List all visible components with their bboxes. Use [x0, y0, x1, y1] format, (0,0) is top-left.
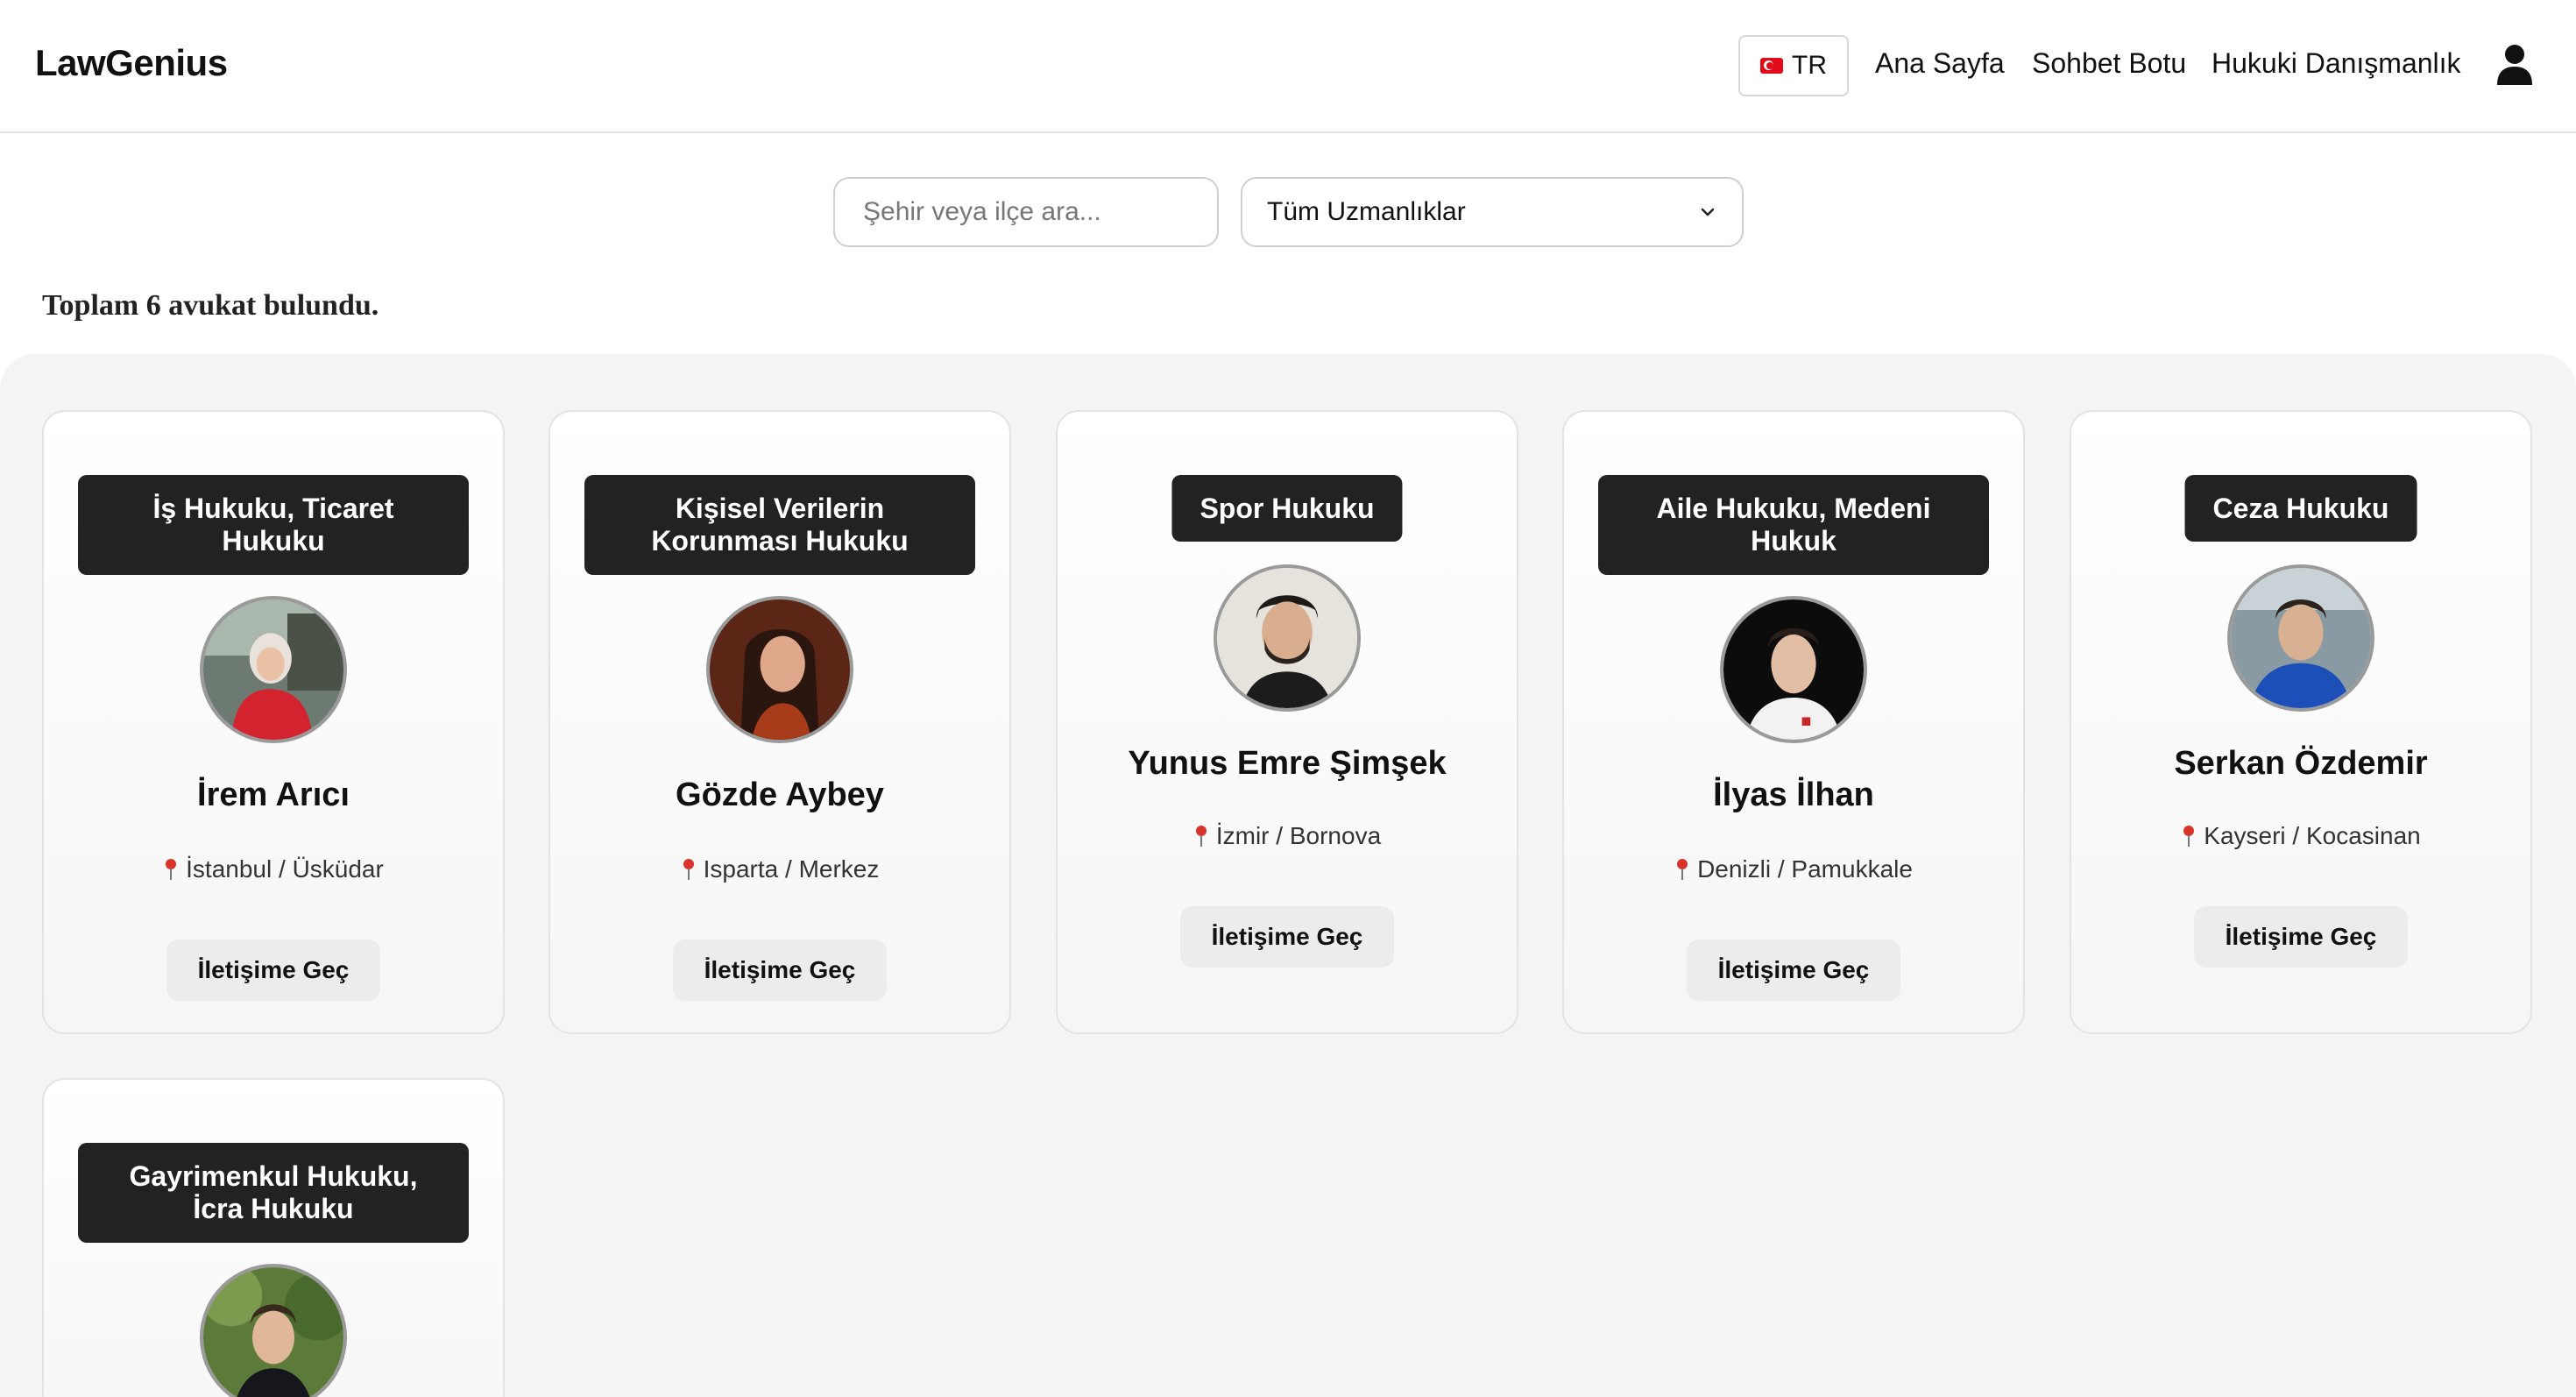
navbar: LawGenius TR Ana Sayfa Sohbet Botu Hukuk… — [0, 0, 2576, 133]
lawyer-avatar — [200, 596, 347, 743]
language-button[interactable]: TR — [1738, 35, 1849, 96]
nav-link-legal-advice[interactable]: Hukuki Danışmanlık — [2212, 47, 2461, 80]
lawyer-avatar — [1720, 596, 1867, 743]
language-label: TR — [1792, 51, 1827, 80]
brand-logo[interactable]: LawGenius — [35, 42, 228, 84]
location-search-input[interactable] — [833, 177, 1219, 247]
specialty-badge: Aile Hukuku, Medeni Hukuk — [1598, 475, 1989, 575]
user-icon[interactable] — [2495, 44, 2534, 86]
lawyer-avatar — [706, 596, 853, 743]
location-pin-icon — [1195, 826, 1207, 847]
lawyer-avatar — [200, 1264, 347, 1397]
lawyer-location: İzmir / Bornova — [1058, 822, 1517, 850]
specialty-badge: Spor Hukuku — [1171, 475, 1403, 542]
specialty-badge: Ceza Hukuku — [2184, 475, 2417, 542]
nav-link-home[interactable]: Ana Sayfa — [1875, 47, 2005, 80]
lawyer-card: Aile Hukuku, Medeni Hukuk İlyas İlhan De… — [1562, 410, 2025, 1034]
lawyer-location: Kayseri / Kocasinan — [2071, 822, 2530, 850]
location-pin-icon — [2183, 826, 2195, 847]
turkey-flag-icon — [1760, 58, 1783, 74]
lawyer-name: İrem Arıcı — [197, 777, 350, 813]
lawyer-card: Kişisel Verilerin Korunması Hukuku Gözde… — [548, 410, 1011, 1034]
lawyer-location-text: Isparta / Merkez — [703, 855, 880, 883]
lawyer-location-text: Kayseri / Kocasinan — [2204, 822, 2421, 849]
nav-link-chatbot[interactable]: Sohbet Botu — [2032, 47, 2186, 80]
lawyer-name: İlyas İlhan — [1713, 777, 1874, 813]
specialty-badge: Kişisel Verilerin Korunması Hukuku — [584, 475, 975, 575]
lawyer-location: Isparta / Merkez — [550, 855, 1009, 883]
lawyer-location: Denizli / Pamukkale — [1564, 855, 2023, 883]
lawyer-avatar — [2227, 564, 2374, 712]
chevron-down-icon — [1701, 208, 1715, 216]
lawyer-card: Spor Hukuku Yunus Emre Şimşek İzmir / Bo… — [1056, 410, 1518, 1034]
lawyer-name: Gözde Aybey — [676, 777, 884, 813]
location-pin-icon — [1677, 859, 1688, 880]
lawyer-card: Ceza Hukuku Serkan Özdemir Kayseri / Koc… — [2070, 410, 2532, 1034]
lawyer-location-text: İzmir / Bornova — [1215, 822, 1382, 849]
result-count: Toplam 6 avukat bulundu. — [42, 289, 379, 322]
lawyer-location-text: Denizli / Pamukkale — [1697, 855, 1913, 883]
contact-button[interactable]: İletişime Geç — [166, 940, 380, 1001]
lawyer-name: Yunus Emre Şimşek — [1128, 745, 1447, 782]
location-pin-icon — [683, 859, 694, 880]
lawyer-location-text: İstanbul / Üsküdar — [186, 855, 384, 883]
lawyer-avatar — [1214, 564, 1361, 712]
lawyer-name: Serkan Özdemir — [2174, 745, 2428, 782]
lawyer-card: İş Hukuku, Ticaret Hukuku İrem Arıcı İst… — [42, 410, 505, 1034]
contact-button[interactable]: İletişime Geç — [673, 940, 887, 1001]
lawyer-card: Gayrimenkul Hukuku, İcra Hukuku — [42, 1078, 505, 1397]
specialty-badge: İş Hukuku, Ticaret Hukuku — [78, 475, 469, 575]
contact-button[interactable]: İletişime Geç — [1180, 906, 1394, 968]
lawyer-location: İstanbul / Üsküdar — [44, 855, 503, 883]
location-pin-icon — [166, 859, 177, 880]
specialty-select-value: Tüm Uzmanlıklar — [1267, 197, 1466, 226]
contact-button[interactable]: İletişime Geç — [2194, 906, 2408, 968]
specialty-badge: Gayrimenkul Hukuku, İcra Hukuku — [78, 1143, 469, 1243]
contact-button[interactable]: İletişime Geç — [1687, 940, 1900, 1001]
specialty-select[interactable]: Tüm Uzmanlıklar — [1241, 177, 1744, 247]
